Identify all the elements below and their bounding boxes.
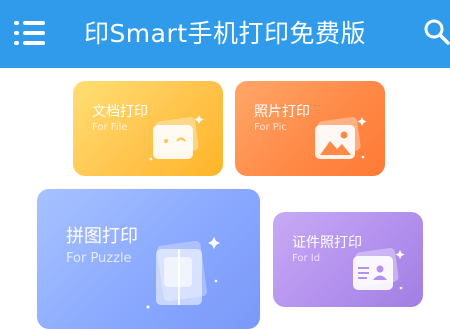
photo-print-title: 照片打印 <box>254 104 310 120</box>
puzzle-print-subtitle: For Puzzle <box>66 251 132 266</box>
id-photo-print-card[interactable]: 证件照打印 For Id <box>273 212 423 307</box>
picture-icon <box>315 117 367 159</box>
id-photo-print-subtitle: For Id <box>292 253 321 264</box>
doc-print-card[interactable]: 文档打印 For File <box>73 81 223 176</box>
top-bar: 印Smart手机打印免费版 <box>0 0 450 68</box>
photo-print-card[interactable]: 照片打印 For Pic <box>235 81 385 176</box>
id-card-icon <box>353 248 405 290</box>
doc-print-subtitle: For File <box>92 122 128 133</box>
puzzle-print-title: 拼图打印 <box>66 226 138 247</box>
app-title: 印Smart手机打印免费版 <box>83 19 367 48</box>
puzzle-icon <box>146 237 220 309</box>
puzzle-print-card[interactable]: 拼图打印 For Puzzle <box>37 189 260 329</box>
doc-print-title: 文档打印 <box>92 104 148 120</box>
document-icon <box>149 115 204 161</box>
search-icon[interactable] <box>423 18 450 46</box>
photo-print-subtitle: For Pic <box>254 122 287 133</box>
